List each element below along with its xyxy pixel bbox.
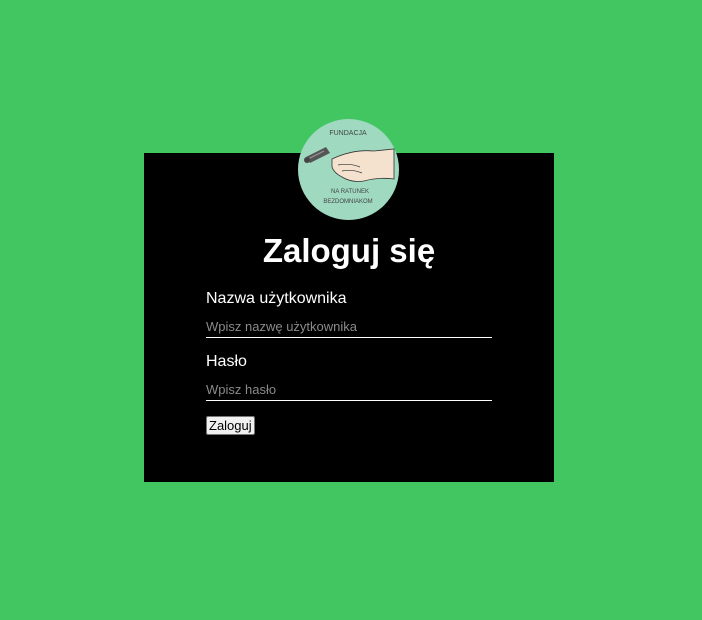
username-input[interactable] bbox=[206, 315, 492, 338]
logo-text-bottom: BEZDOMNIAKOM bbox=[323, 199, 372, 205]
login-page: FUNDACJA NA RATUNEK BEZDOMNIAKOM Zaloguj… bbox=[0, 0, 702, 620]
password-label: Hasło bbox=[206, 353, 247, 370]
hand-icon bbox=[331, 148, 395, 182]
login-button[interactable]: Zaloguj bbox=[206, 416, 255, 435]
logo-text-top: FUNDACJA bbox=[329, 130, 367, 137]
username-label: Nazwa użytkownika bbox=[206, 290, 347, 307]
foundation-logo: FUNDACJA NA RATUNEK BEZDOMNIAKOM bbox=[298, 119, 399, 220]
page-title: Zaloguj się bbox=[262, 232, 436, 269]
logo-text-mid: NA RATUNEK bbox=[331, 189, 369, 195]
paw-icon bbox=[304, 147, 330, 163]
password-input[interactable] bbox=[206, 378, 492, 401]
